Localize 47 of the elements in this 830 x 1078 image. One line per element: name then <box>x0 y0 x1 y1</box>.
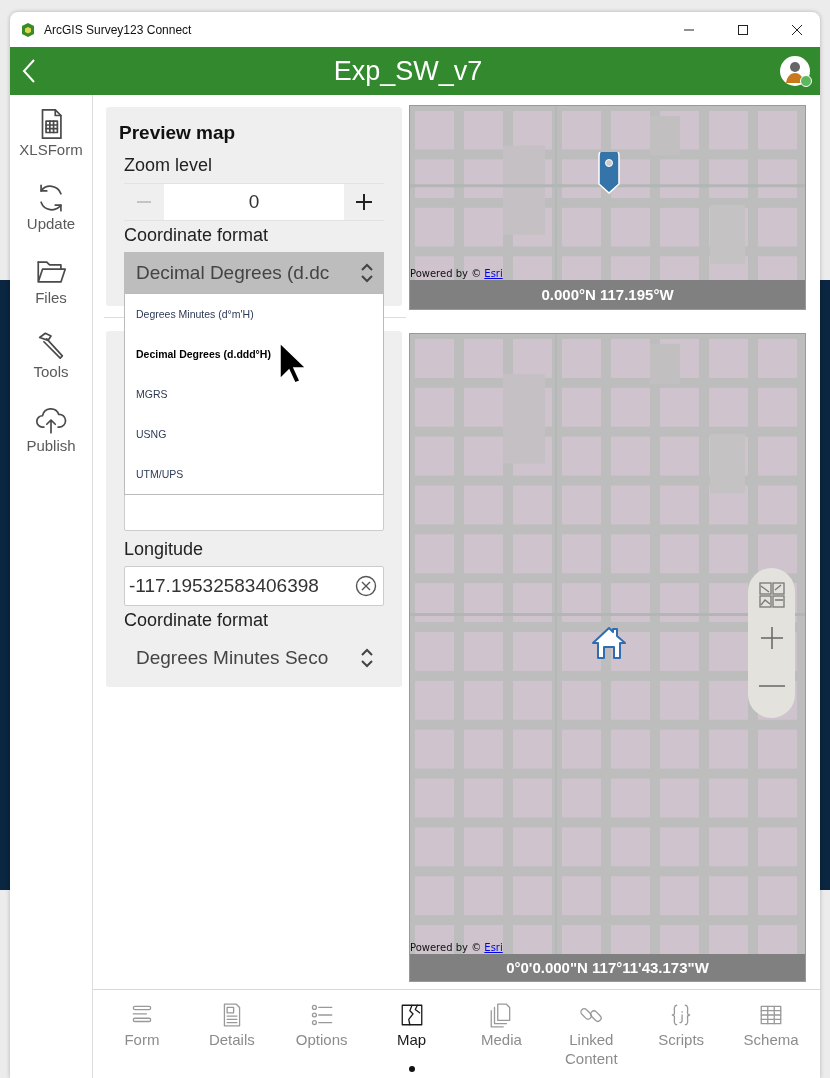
field-label: Zoom level <box>124 154 214 177</box>
updown-icon <box>360 647 374 669</box>
app-logo-icon <box>20 21 36 38</box>
sidebar-item[interactable]: XLSForm <box>19 107 83 181</box>
zoom-in-button[interactable] <box>759 626 784 650</box>
format-dropdown[interactable]: Decimal Degrees (d.dc <box>124 252 384 293</box>
sidebar-item[interactable]: Update <box>26 181 76 255</box>
attribution-text: Powered by © Esri <box>410 942 503 953</box>
sidebar-item[interactable]: Tools <box>33 329 69 403</box>
dropdown-option[interactable]: USNG <box>125 414 383 454</box>
dropdown-option[interactable]: Decimal Degrees (d.ddd°H) <box>125 334 383 374</box>
esri-link[interactable]: Esri <box>484 942 503 953</box>
dropdown-option[interactable]: UTM/UPS <box>125 454 383 494</box>
cursor-icon <box>279 342 307 384</box>
coordinates-bar: 0.000°N 117.195°W <box>410 280 805 309</box>
section-title: Preview map <box>119 121 237 145</box>
maximize-icon <box>737 23 749 36</box>
attribution-text: Powered by © Esri <box>410 268 503 279</box>
tab[interactable]: Details <box>186 990 277 1078</box>
avatar[interactable] <box>780 56 810 86</box>
clear-icon[interactable] <box>355 575 377 597</box>
home-icon <box>590 625 628 661</box>
longitude-field[interactable]: -117.19532583406398 <box>124 566 384 606</box>
zoom-value[interactable]: 0 <box>164 184 344 220</box>
back-button[interactable] <box>22 58 36 84</box>
sidebar-item[interactable]: Publish <box>26 403 76 477</box>
coordinates-bar: 0°0'0.000"N 117°11'43.173"W <box>410 954 805 981</box>
format-dropdown[interactable]: Degrees Minutes Seco <box>124 642 384 674</box>
plus-icon <box>355 193 373 211</box>
location-pin-icon <box>597 152 621 194</box>
close-icon <box>791 23 803 36</box>
back-chevron-icon <box>22 58 36 84</box>
updown-icon <box>360 261 374 284</box>
tab[interactable]: Map <box>366 990 457 1078</box>
field-label: Longitude <box>124 538 205 561</box>
window-title: ArcGIS Survey123 Connect <box>44 22 193 37</box>
minus-icon <box>136 201 152 203</box>
zoom-out-button[interactable] <box>757 684 786 688</box>
dropdown-option[interactable]: Degrees Minutes (d°m'H) <box>125 294 383 334</box>
page-title: Exp_SW_v7 <box>332 55 484 87</box>
sidebar-item[interactable]: Files <box>34 255 68 329</box>
tab[interactable]: Linked Content <box>546 990 637 1078</box>
esri-link[interactable]: Esri <box>484 268 503 279</box>
field-label: Coordinate format <box>124 224 270 247</box>
field-label: Coordinate format <box>124 609 270 632</box>
basemap-icon[interactable] <box>758 582 785 608</box>
dropdown-option[interactable]: MGRS <box>125 374 383 414</box>
